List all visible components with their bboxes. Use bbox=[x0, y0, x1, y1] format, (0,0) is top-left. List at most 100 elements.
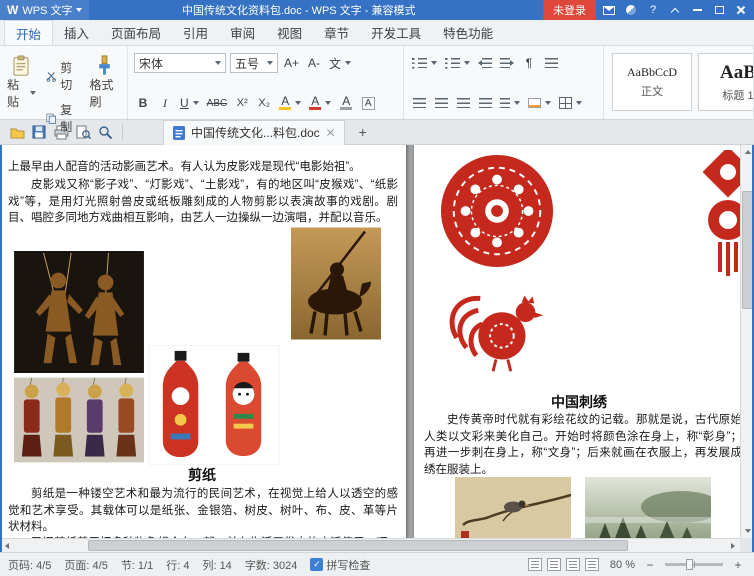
tab-page-layout-label: 页面布局 bbox=[111, 27, 162, 41]
tab-home[interactable]: 开始 bbox=[4, 20, 54, 45]
text-direction-button[interactable] bbox=[542, 53, 560, 73]
copy-button[interactable]: 复制 bbox=[43, 99, 83, 137]
heading-embroidery[interactable]: 中国刺绣 bbox=[414, 392, 744, 412]
align-center-button[interactable] bbox=[432, 93, 450, 113]
paragraph-embroidery[interactable]: 史传黄帝时代就有彩绘花纹的记载。那就是说，古代原始人类以文彩来美化自己。开始时将… bbox=[424, 412, 742, 478]
text-direction-icon bbox=[544, 57, 558, 69]
grow-font-button[interactable]: A+ bbox=[282, 53, 301, 73]
tab-view[interactable]: 视图 bbox=[266, 20, 313, 45]
view-fullscreen-button[interactable] bbox=[546, 558, 561, 571]
bold-button[interactable]: B bbox=[134, 93, 152, 113]
subscript-button[interactable]: X₂ bbox=[255, 93, 273, 113]
plus-icon: + bbox=[358, 124, 367, 140]
login-button[interactable]: 未登录 bbox=[543, 0, 596, 20]
tab-special-features[interactable]: 特色功能 bbox=[432, 20, 504, 45]
decrease-indent-button[interactable] bbox=[476, 53, 494, 73]
papercut-bottles-image[interactable] bbox=[148, 345, 280, 465]
zoom-slider[interactable] bbox=[665, 559, 723, 570]
paragraph-shadow-play[interactable]: 皮影戏又称“影子戏”、“灯影戏”、“土影戏”，有的地区叫“皮猴戏”、“纸影戏”等… bbox=[8, 177, 398, 227]
papercut-rooster-image[interactable] bbox=[437, 278, 555, 376]
spellcheck-button[interactable]: ✓ 拼写检查 bbox=[310, 557, 370, 573]
horizontal-scrollbar[interactable] bbox=[0, 538, 740, 552]
document-canvas[interactable]: 上最早由人配音的活动影画艺术。有人认为皮影戏是现代“电影始祖”。 皮影戏又称“影… bbox=[0, 145, 754, 538]
horizontal-scroll-thumb[interactable] bbox=[88, 540, 628, 551]
tab-insert[interactable]: 插入 bbox=[53, 20, 100, 45]
shadow-puppets-photo[interactable] bbox=[14, 251, 144, 373]
view-outline-button[interactable] bbox=[565, 558, 580, 571]
line-spacing-button[interactable] bbox=[498, 93, 522, 113]
tab-page-layout[interactable]: 页面布局 bbox=[100, 20, 172, 45]
bullets-button[interactable] bbox=[410, 53, 439, 73]
zoom-out-button[interactable]: − bbox=[642, 557, 658, 573]
shadow-puppet-figures-photo[interactable] bbox=[14, 377, 144, 463]
shadow-puppet-horseman-photo[interactable] bbox=[291, 227, 381, 340]
style-normal[interactable]: AaBbCcD 正文 bbox=[612, 53, 692, 111]
skin-button[interactable] bbox=[620, 0, 642, 20]
scroll-left-button[interactable] bbox=[0, 539, 14, 553]
text-tool-button[interactable]: 文 bbox=[327, 53, 353, 73]
shading-button[interactable] bbox=[526, 93, 553, 113]
new-tab-button[interactable]: + bbox=[353, 122, 373, 142]
zoom-in-button[interactable]: + bbox=[730, 557, 746, 573]
collapse-ribbon-button[interactable] bbox=[664, 0, 686, 20]
font-color-button[interactable]: A bbox=[307, 93, 333, 113]
embroidery-landscape-image[interactable] bbox=[585, 477, 711, 538]
cut-button[interactable]: 剪切 bbox=[43, 57, 83, 95]
italic-button[interactable]: I bbox=[156, 93, 174, 113]
find-button[interactable] bbox=[94, 122, 116, 143]
highlight-color-button[interactable]: A bbox=[277, 93, 303, 113]
char-border-button[interactable]: A bbox=[359, 93, 377, 113]
tab-review[interactable]: 审阅 bbox=[219, 20, 266, 45]
style-heading1[interactable]: AaB 标题 1 bbox=[698, 53, 753, 111]
borders-button[interactable] bbox=[557, 93, 584, 113]
view-web-button[interactable] bbox=[584, 558, 599, 571]
tab-references[interactable]: 引用 bbox=[172, 20, 219, 45]
font-family-combo[interactable]: 宋体 bbox=[134, 53, 226, 73]
strikethrough-button[interactable]: ABC bbox=[205, 93, 230, 113]
search-icon bbox=[98, 125, 112, 139]
zoom-slider-thumb[interactable] bbox=[686, 559, 693, 570]
bottles-graphic bbox=[148, 345, 280, 465]
increase-indent-button[interactable] bbox=[498, 53, 516, 73]
wps-menu-button[interactable]: W WPS 文字 bbox=[0, 0, 90, 20]
document-tab[interactable]: 中国传统文化...料包.doc bbox=[163, 119, 345, 145]
paragraph-papercut[interactable]: 剪纸是一种镂空艺术和最为流行的民间艺术，在视觉上给人以透空的感觉和艺术享受。其载… bbox=[8, 486, 398, 536]
horseman-graphic bbox=[291, 227, 381, 340]
tab-section-label: 章节 bbox=[324, 27, 350, 41]
paste-button[interactable]: 粘贴 bbox=[4, 51, 39, 114]
font-size-combo[interactable]: 五号 bbox=[230, 53, 278, 73]
close-tab-icon[interactable] bbox=[326, 128, 335, 137]
minimize-button[interactable] bbox=[686, 0, 708, 20]
feedback-button[interactable] bbox=[598, 0, 620, 20]
char-shading-button[interactable]: A bbox=[337, 93, 355, 113]
maximize-button[interactable] bbox=[708, 0, 730, 20]
align-right-button[interactable] bbox=[454, 93, 472, 113]
bird-painting-graphic bbox=[455, 477, 571, 538]
copy-label: 复制 bbox=[60, 103, 73, 134]
underline-button[interactable]: U bbox=[178, 93, 201, 113]
align-left-button[interactable] bbox=[410, 93, 428, 113]
font-size-value: 五号 bbox=[235, 56, 260, 71]
close-button[interactable] bbox=[730, 0, 752, 20]
highlight-color-swatch bbox=[279, 107, 292, 110]
tab-section[interactable]: 章节 bbox=[313, 20, 360, 45]
scroll-right-button[interactable] bbox=[726, 539, 740, 553]
format-painter-button[interactable]: 格式刷 bbox=[87, 51, 123, 114]
clipboard-group: 粘贴 剪切 复制 格式刷 bbox=[0, 46, 128, 134]
papercut-round-image[interactable] bbox=[438, 152, 556, 270]
open-button[interactable] bbox=[6, 122, 28, 143]
tab-developer[interactable]: 开发工具 bbox=[360, 20, 432, 45]
numbering-button[interactable] bbox=[443, 53, 472, 73]
justify-button[interactable] bbox=[476, 93, 494, 113]
view-page-button[interactable] bbox=[527, 558, 542, 571]
heading-papercut[interactable]: 剪纸 bbox=[0, 465, 406, 485]
superscript-button[interactable]: X² bbox=[233, 93, 251, 113]
embroidery-bird-image[interactable] bbox=[455, 477, 571, 538]
shrink-font-button[interactable]: A- bbox=[305, 53, 323, 73]
show-marks-button[interactable]: ¶ bbox=[520, 53, 538, 73]
page-5[interactable]: 中国刺绣 史传黄帝时代就有彩绘花纹的记载。那就是说，古代原始人类以文彩来美化自己… bbox=[414, 145, 754, 538]
help-button[interactable]: ? bbox=[642, 0, 664, 20]
chevron-down-icon bbox=[267, 61, 273, 65]
paragraph-shadow-play-intro[interactable]: 上最早由人配音的活动影画艺术。有人认为皮影戏是现代“电影始祖”。 bbox=[8, 159, 398, 176]
page-4[interactable]: 上最早由人配音的活动影画艺术。有人认为皮影戏是现代“电影始祖”。 皮影戏又称“影… bbox=[0, 145, 406, 538]
